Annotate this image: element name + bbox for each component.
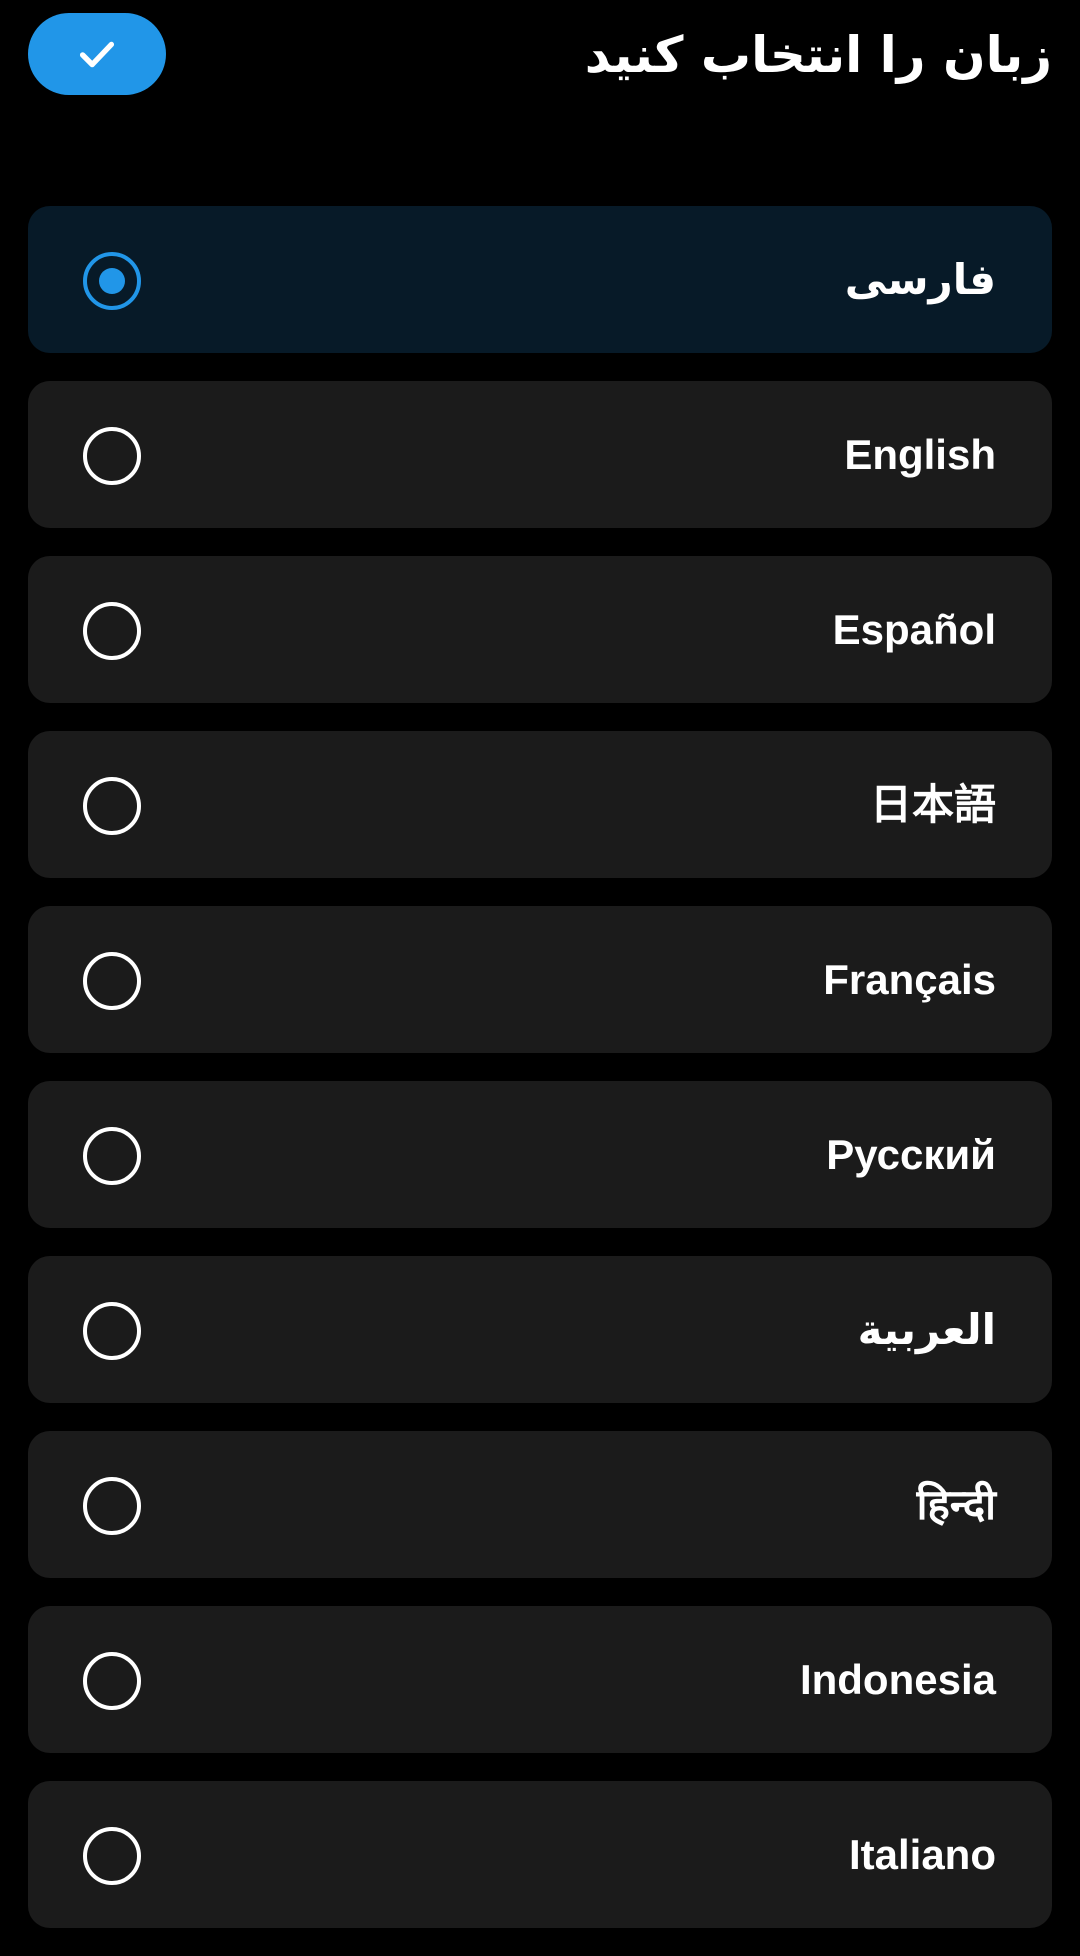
radio-button[interactable]	[83, 602, 141, 660]
radio-button[interactable]	[83, 1127, 141, 1185]
language-option-english[interactable]: English	[28, 381, 1052, 528]
language-label: Français	[823, 956, 996, 1003]
radio-button[interactable]	[83, 1652, 141, 1710]
radio-button[interactable]	[83, 1302, 141, 1360]
radio-button[interactable]	[83, 252, 141, 310]
language-label: English	[844, 431, 996, 478]
radio-button[interactable]	[83, 427, 141, 485]
language-option-italian[interactable]: Italiano	[28, 1781, 1052, 1928]
header: زبان را انتخاب کنید	[0, 0, 1080, 120]
radio-button[interactable]	[83, 1477, 141, 1535]
language-option-farsi[interactable]: فارسی	[28, 206, 1052, 353]
radio-dot	[99, 268, 125, 294]
language-label: 日本語	[869, 781, 996, 828]
language-label: العربية	[857, 1306, 996, 1353]
language-option-russian[interactable]: Русский	[28, 1081, 1052, 1228]
radio-button[interactable]	[83, 777, 141, 835]
language-label: Русский	[826, 1131, 996, 1178]
check-icon	[79, 41, 115, 68]
page-title: زبان را انتخاب کنید	[584, 26, 1052, 84]
language-option-arabic[interactable]: العربية	[28, 1256, 1052, 1403]
language-label: فارسی	[844, 256, 996, 303]
confirm-button[interactable]	[28, 13, 166, 95]
language-option-indonesian[interactable]: Indonesia	[28, 1606, 1052, 1753]
radio-button[interactable]	[83, 1827, 141, 1885]
language-label: हिन्दी	[916, 1481, 996, 1528]
language-option-japanese[interactable]: 日本語	[28, 731, 1052, 878]
language-option-spanish[interactable]: Español	[28, 556, 1052, 703]
language-label: Español	[832, 606, 996, 653]
language-option-french[interactable]: Français	[28, 906, 1052, 1053]
radio-button[interactable]	[83, 952, 141, 1010]
language-list: فارسی English Español 日本語 Français Русск…	[28, 206, 1052, 1956]
language-label: Indonesia	[799, 1656, 996, 1703]
language-label: Italiano	[848, 1831, 996, 1878]
language-option-hindi[interactable]: हिन्दी	[28, 1431, 1052, 1578]
